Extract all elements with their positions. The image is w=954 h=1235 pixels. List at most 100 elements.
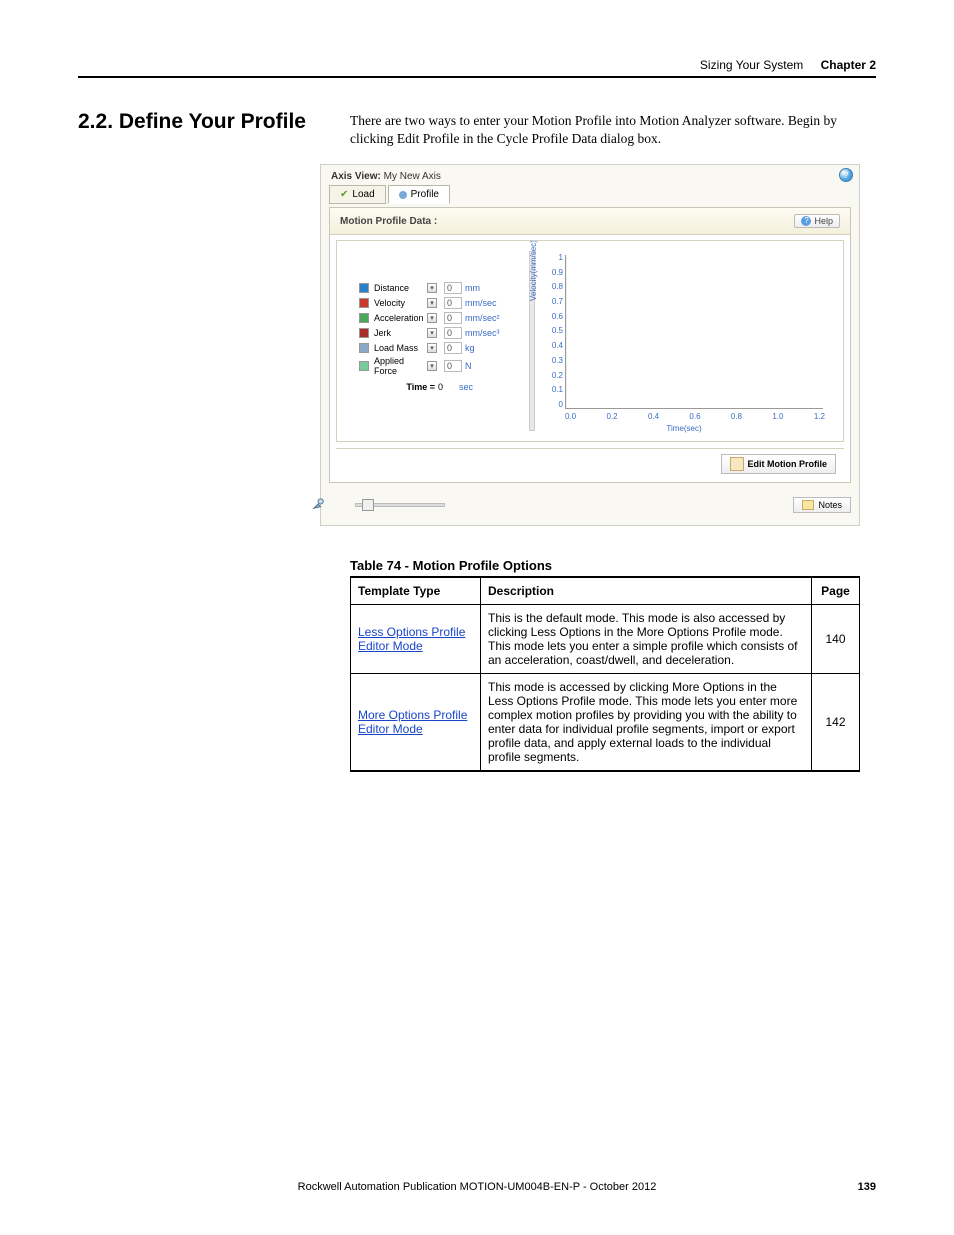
x-tick: 1.0 xyxy=(772,412,783,421)
legend-value[interactable]: 0 xyxy=(444,327,462,339)
axis-view-label-text: Axis View: xyxy=(331,171,381,182)
x-tick: 1.2 xyxy=(814,412,825,421)
th-description: Description xyxy=(481,577,812,605)
y-axis-label: Velocity(mm/sec) xyxy=(529,240,538,301)
legend-row: Velocity▾ 0mm/sec xyxy=(359,296,519,310)
x-tick: 0.6 xyxy=(689,412,700,421)
legend-row: Acceleration▾0mm/sec² xyxy=(359,311,519,325)
zoom-slider[interactable] xyxy=(329,503,445,507)
legend-row: Load Mass▾ 0kg xyxy=(359,341,519,355)
y-tick: 0.8 xyxy=(539,282,563,291)
legend-name: Distance xyxy=(374,283,424,293)
th-template: Template Type xyxy=(351,577,481,605)
help-icon[interactable]: ? xyxy=(839,168,853,182)
less-options-link[interactable]: Less Options Profile Editor Mode xyxy=(358,625,465,653)
legend-swatch xyxy=(359,313,369,323)
axis-view-name: My New Axis xyxy=(384,171,441,182)
time-label: Time = xyxy=(359,382,435,392)
x-tick: 0.4 xyxy=(648,412,659,421)
x-axis-label: Time(sec) xyxy=(666,424,701,433)
legend-value[interactable]: 0 xyxy=(444,297,462,309)
dropdown-icon[interactable]: ▾ xyxy=(427,343,437,353)
tab-profile-label: Profile xyxy=(411,189,439,200)
cell-description: This mode is accessed by clicking More O… xyxy=(481,674,812,772)
section-heading: 2.2. Define Your Profile xyxy=(78,110,306,134)
y-tick: 0.9 xyxy=(539,268,563,277)
legend-row: Jerk▾0mm/sec³ xyxy=(359,326,519,340)
legend-unit: N xyxy=(465,361,501,371)
cell-page: 142 xyxy=(812,674,860,772)
legend-swatch xyxy=(359,328,369,338)
axis-view-label: Axis View: My New Axis xyxy=(331,171,441,182)
table-row: More Options Profile Editor Mode This mo… xyxy=(351,674,860,772)
edit-motion-profile-button[interactable]: Edit Motion Profile xyxy=(721,454,837,474)
pin-icon xyxy=(311,497,325,511)
slider-thumb[interactable] xyxy=(362,499,374,511)
th-page: Page xyxy=(812,577,860,605)
y-tick: 0.2 xyxy=(539,371,563,380)
chart-area: Velocity(mm/sec) 10.90.80.70.60.50.40.30… xyxy=(537,251,831,431)
y-axis-ticks: 10.90.80.70.60.50.40.30.20.10 xyxy=(539,253,563,409)
dropdown-icon[interactable]: ▾ xyxy=(427,361,437,371)
legend-name: Acceleration xyxy=(374,313,424,323)
edit-motion-profile-label: Edit Motion Profile xyxy=(748,459,828,469)
time-unit: sec xyxy=(459,382,495,392)
y-tick: 0.7 xyxy=(539,297,563,306)
y-tick: 0 xyxy=(539,400,563,409)
legend-unit: kg xyxy=(465,343,501,353)
x-tick: 0.8 xyxy=(731,412,742,421)
tab-bar: ✔ Load Profile xyxy=(329,185,452,204)
profile-body: Distance▾0mmVelocity▾0mm/secAcceleration… xyxy=(336,240,844,442)
footer-publication: Rockwell Automation Publication MOTION-U… xyxy=(0,1181,954,1193)
slider-track[interactable] xyxy=(355,503,445,507)
table-caption: Table 74 - Motion Profile Options xyxy=(350,558,552,573)
intro-paragraph: There are two ways to enter your Motion … xyxy=(350,112,860,148)
help-button[interactable]: ? Help xyxy=(794,214,840,228)
dropdown-icon[interactable]: ▾ xyxy=(427,283,437,293)
more-options-link[interactable]: More Options Profile Editor Mode xyxy=(358,708,467,736)
x-tick: 0.2 xyxy=(606,412,617,421)
legend-swatch xyxy=(359,283,369,293)
legend-row: Applied Force▾0N xyxy=(359,356,519,370)
dropdown-icon[interactable]: ▾ xyxy=(427,328,437,338)
notes-button-label: Notes xyxy=(818,500,842,510)
notes-icon xyxy=(802,500,814,510)
y-tick: 0.1 xyxy=(539,385,563,394)
dropdown-icon[interactable]: ▾ xyxy=(427,298,437,308)
legend-value[interactable]: 0 xyxy=(444,282,462,294)
legend-name: Load Mass xyxy=(374,343,424,353)
legend-swatch xyxy=(359,361,369,371)
legend-name: Applied Force xyxy=(374,356,424,376)
legend-value[interactable]: 0 xyxy=(444,342,462,354)
x-axis-ticks: 0.0 0.2 0.4 0.6 0.8 1.0 1.2 xyxy=(565,412,825,421)
header-section-name: Sizing Your System xyxy=(700,58,817,72)
legend-panel: Distance▾0mmVelocity▾0mm/secAcceleration… xyxy=(359,281,519,392)
x-tick: 0.0 xyxy=(565,412,576,421)
legend-value[interactable]: 0 xyxy=(444,360,462,372)
notes-row: Notes xyxy=(329,491,851,519)
edit-button-row: Edit Motion Profile xyxy=(336,448,844,478)
legend-unit: mm/sec xyxy=(465,298,501,308)
y-tick: 0.4 xyxy=(539,341,563,350)
chart-grid xyxy=(565,255,823,409)
question-icon: ? xyxy=(801,216,811,226)
y-tick: 0.5 xyxy=(539,326,563,335)
legend-unit: mm/sec³ xyxy=(465,328,501,338)
dropdown-icon[interactable]: ▾ xyxy=(427,313,437,323)
legend-swatch xyxy=(359,298,369,308)
y-tick: 0.6 xyxy=(539,312,563,321)
legend-value[interactable]: 0 xyxy=(444,312,462,324)
dot-icon xyxy=(399,191,407,199)
motion-profile-dialog-screenshot: Axis View: My New Axis ? ✔ Load Profile … xyxy=(320,164,860,526)
edit-icon xyxy=(730,457,744,471)
y-tick: 1 xyxy=(539,253,563,262)
tab-profile[interactable]: Profile xyxy=(388,185,450,204)
tab-load[interactable]: ✔ Load xyxy=(329,185,386,204)
legend-row: Distance▾0mm xyxy=(359,281,519,295)
cell-page: 140 xyxy=(812,605,860,674)
profile-panel: Motion Profile Data : ? Help Distance▾0m… xyxy=(329,207,851,483)
help-button-label: Help xyxy=(814,216,833,226)
notes-button[interactable]: Notes xyxy=(793,497,851,513)
time-value: 0 xyxy=(438,382,456,392)
legend-name: Velocity xyxy=(374,298,424,308)
